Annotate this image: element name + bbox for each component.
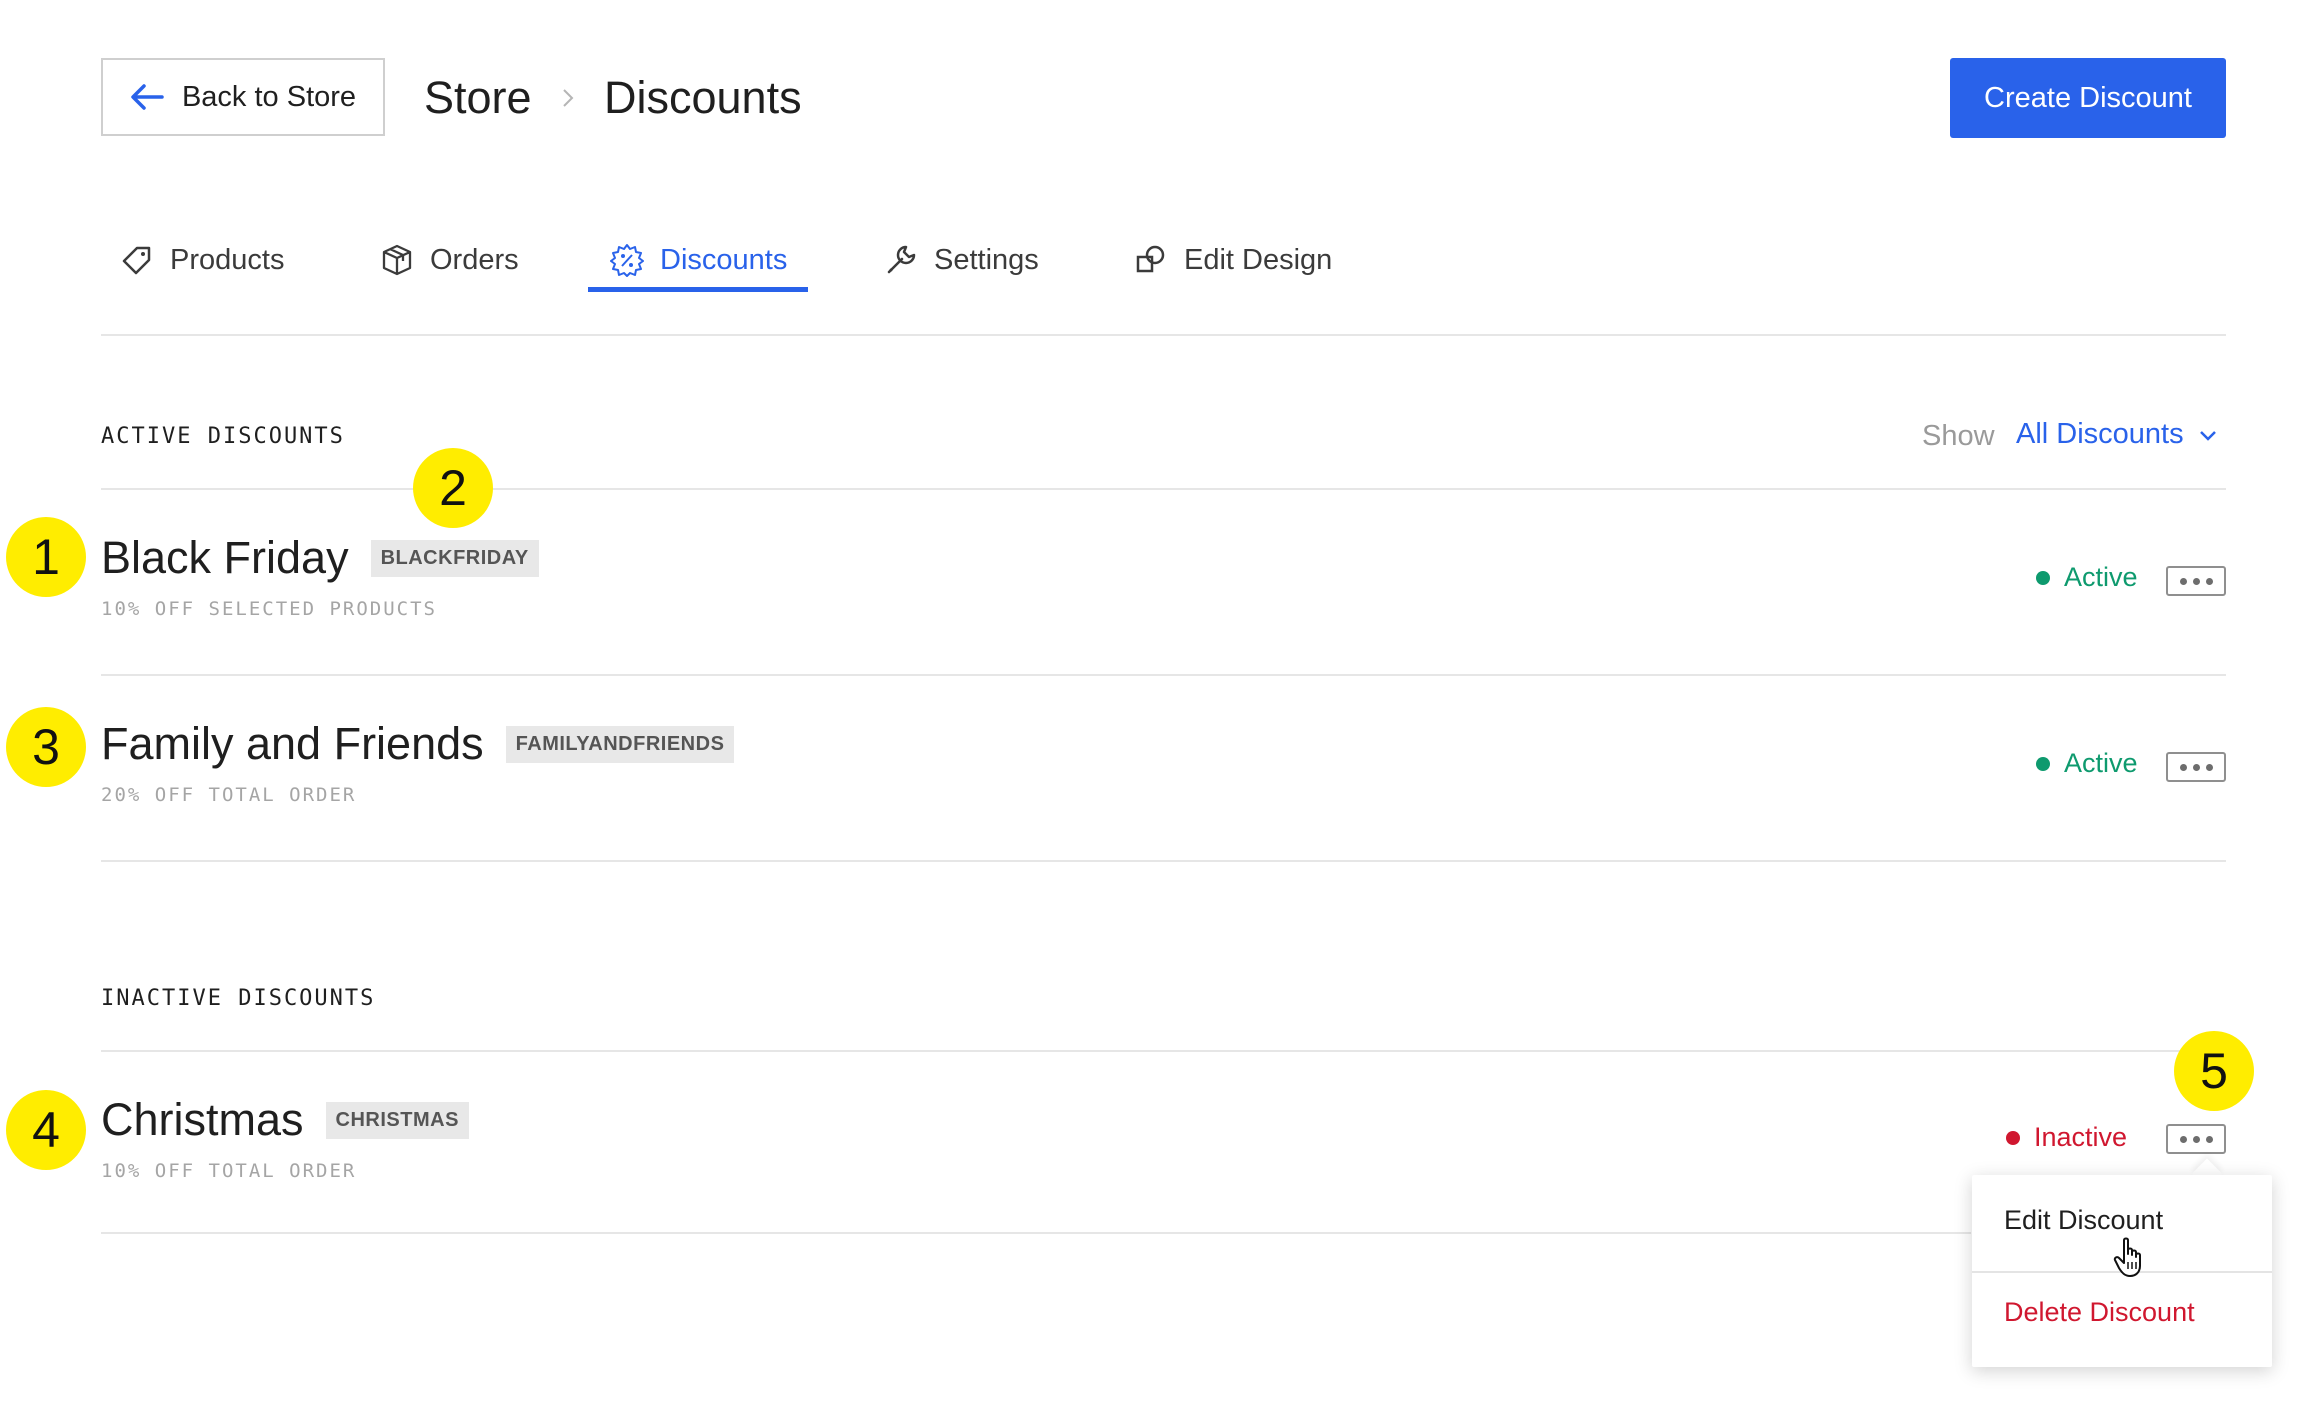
discount-description: 20% OFF TOTAL ORDER [101,784,357,806]
dot-icon [2179,1135,2187,1143]
active-discounts-heading: ACTIVE DISCOUNTS [101,424,345,449]
status-dot [2036,570,2050,585]
tab-settings[interactable]: Settings [884,230,1039,290]
discount-name: Christmas [101,1094,304,1145]
status-badge: Active [2036,562,2138,593]
page-title: Discounts [604,72,802,123]
active-tab-indicator [588,287,808,292]
annotation-badge-4: 4 [6,1090,86,1170]
discount-filter-value: All Discounts [2016,418,2184,450]
arrow-left-icon [131,84,164,110]
back-to-store-button[interactable]: Back to Store [101,58,385,136]
inactive-discounts-heading: INACTIVE DISCOUNTS [101,986,376,1011]
annotation-badge-3: 3 [6,707,86,787]
tabs-divider [101,334,2226,336]
status-label: Inactive [2034,1122,2128,1152]
box-icon [382,244,412,276]
dot-icon [2179,763,2187,771]
discount-row-title[interactable]: Christmas CHRISTMAS [101,1094,469,1146]
inactive-section-divider [101,1050,2226,1052]
status-label: Active [2064,562,2138,592]
tab-edit-design-label: Edit Design [1184,243,1333,276]
status-dot [2006,1130,2020,1145]
dot-icon [2192,577,2200,585]
row-divider [101,1232,1971,1234]
chevron-right-icon [563,89,574,107]
row-divider [101,674,2226,676]
tab-orders-label: Orders [430,243,519,276]
tab-discounts-label: Discounts [660,243,788,276]
chevron-down-icon [2199,430,2216,441]
discount-name: Family and Friends [101,718,484,769]
tab-products-label: Products [170,243,285,276]
discount-code-badge: FAMILYANDFRIENDS [505,725,735,763]
discount-description: 10% OFF TOTAL ORDER [101,1160,357,1182]
discount-row-title[interactable]: Family and Friends FAMILYANDFRIENDS [101,718,735,770]
annotation-badge-2: 2 [413,448,493,528]
more-options-button[interactable] [2166,752,2226,782]
tab-discounts[interactable]: Discounts [610,230,787,290]
dot-icon [2192,1135,2200,1143]
delete-discount-menu-item[interactable]: Delete Discount [2004,1297,2195,1328]
dot-icon [2205,1135,2213,1143]
tab-settings-label: Settings [934,243,1039,276]
discount-description: 10% OFF SELECTED PRODUCTS [101,598,437,620]
edit-discount-menu-item[interactable]: Edit Discount [2004,1205,2163,1236]
discount-name: Black Friday [101,532,349,583]
breadcrumb-store[interactable]: Store [424,70,532,126]
status-badge: Inactive [2006,1122,2127,1153]
hand-pointer-cursor-icon [2113,1237,2141,1277]
discount-filter-dropdown[interactable]: All Discounts [2016,418,2218,451]
discount-code-badge: BLACKFRIDAY [370,539,539,577]
dot-icon [2205,577,2213,585]
status-badge: Active [2036,748,2138,779]
dot-icon [2205,763,2213,771]
tag-icon [122,246,151,275]
more-options-button[interactable] [2166,566,2226,596]
show-label: Show [1922,420,1995,452]
annotation-badge-1: 1 [6,517,86,597]
discount-row-title[interactable]: Black Friday BLACKFRIDAY [101,532,539,584]
annotation-badge-5: 5 [2174,1031,2254,1111]
tab-orders[interactable]: Orders [380,230,519,290]
wrench-icon [887,245,916,274]
more-options-button[interactable] [2166,1124,2226,1154]
row-divider [101,860,2226,862]
back-to-store-label: Back to Store [181,80,357,113]
shapes-icon [1136,245,1165,273]
tab-edit-design[interactable]: Edit Design [1134,230,1332,290]
dot-icon [2192,763,2200,771]
tab-products[interactable]: Products [120,230,284,290]
status-dot [2036,756,2050,771]
discount-code-badge: CHRISTMAS [325,1101,469,1139]
dot-icon [2179,577,2187,585]
create-discount-button[interactable]: Create Discount [1950,58,2226,138]
discount-badge-icon [610,244,644,277]
status-label: Active [2064,748,2138,778]
